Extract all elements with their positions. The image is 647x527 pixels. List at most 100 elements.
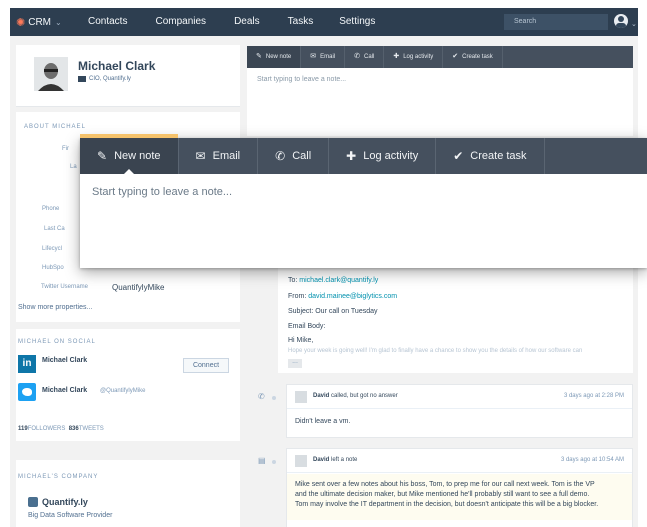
contact-photo xyxy=(34,57,68,91)
email-body-preview: Hope your week is going well! I'm glad t… xyxy=(288,348,583,354)
nav-companies[interactable]: Companies xyxy=(155,8,206,36)
show-more-properties-link[interactable]: Show more properties... xyxy=(18,304,92,311)
timeline-call-time: 3 days ago at 2:28 PM xyxy=(563,393,624,399)
timeline-note-icon: ▤ xyxy=(258,456,266,465)
actor-name[interactable]: David xyxy=(313,393,329,399)
timeline-call-body: Didn't leave a vm. xyxy=(295,418,351,425)
timeline-note-time: 3 days ago at 10:54 AM xyxy=(560,457,624,463)
timeline-note-line-2: and the ultimate decision maker, but Mik… xyxy=(295,491,590,498)
timeline-dot xyxy=(272,396,276,400)
active-tab-pointer xyxy=(123,169,134,174)
nav-contacts[interactable]: Contacts xyxy=(88,8,127,36)
brand-menu[interactable]: ✺ CRM ⌄ xyxy=(16,16,88,29)
search-input[interactable]: Search xyxy=(504,14,608,30)
top-nav: ✺ CRM ⌄ Contacts Companies Deals Tasks S… xyxy=(10,8,638,36)
tab-new-note-label: New note xyxy=(265,54,292,60)
connect-button[interactable]: Connect xyxy=(183,358,229,373)
tab-log-activity-label: Log activity xyxy=(403,54,434,60)
plus-icon: ✚ xyxy=(346,149,357,163)
email-from-label: From: xyxy=(288,293,307,300)
user-avatar[interactable] xyxy=(614,14,628,28)
company-logo-icon xyxy=(28,497,38,507)
activity-editor-toolbar-zoomed: ✎ New note ✉ Email ✆ Call ✚ Log activity… xyxy=(80,134,647,174)
briefcase-icon xyxy=(78,76,86,82)
timeline-note-card: David left a note 3 days ago at 10:54 AM… xyxy=(286,448,633,527)
tweets-count: 836 xyxy=(68,426,79,432)
email-to-address[interactable]: michael.clark@quantify.ly xyxy=(299,277,378,284)
timeline-note-line-3: Tom may involve the IT department in the… xyxy=(295,501,599,508)
email-activity-card: To: michael.clark@quantify.ly From: davi… xyxy=(278,263,633,373)
david-avatar xyxy=(295,391,307,403)
check-circle-icon: ✔ xyxy=(452,53,459,60)
company-name[interactable]: Quantify.ly xyxy=(42,497,88,507)
timeline-phone-icon: ✆ xyxy=(258,392,265,401)
email-greeting: Hi Mike, xyxy=(288,337,314,344)
actor-action: left a note xyxy=(331,457,358,463)
envelope-icon: ✉ xyxy=(310,53,317,60)
contact-title-text: CIO, Quantify.ly xyxy=(89,76,131,82)
contact-profile-card: Michael Clark CIO, Quantify.ly xyxy=(16,45,240,107)
timeline-call-actor: David called, but got no answer xyxy=(313,393,398,399)
followers-label: FOLLOWERS xyxy=(27,426,66,432)
property-value-twitter[interactable]: QuantifylyMike xyxy=(112,283,164,292)
tab-call[interactable]: ✆ Call xyxy=(258,138,330,174)
tab-create-task-label: Create task xyxy=(470,150,527,162)
company-description: Big Data Software Provider xyxy=(28,512,113,519)
linkedin-icon: in xyxy=(18,355,36,373)
brand-label: CRM xyxy=(28,16,51,28)
email-to: To: michael.clark@quantify.ly xyxy=(288,277,378,284)
twitter-icon xyxy=(18,383,36,401)
note-input[interactable]: Start typing to leave a note... xyxy=(92,186,232,198)
tab-new-note[interactable]: ✎ New note xyxy=(80,134,179,174)
property-label-twitter: Twitter Username xyxy=(40,284,88,290)
email-from: From: david.mainee@biglytics.com xyxy=(288,293,397,300)
tweets-label: TWEETS xyxy=(78,426,104,432)
about-section-title: ABOUT MICHAEL xyxy=(24,124,86,130)
twitter-profile-name[interactable]: Michael Clark xyxy=(42,387,87,394)
timeline-note-line-1: Mike sent over a few notes about his bos… xyxy=(295,481,595,488)
plus-icon: ✚ xyxy=(393,53,400,60)
tab-new-note[interactable]: ✎ New note xyxy=(247,46,302,68)
activity-editor: ✎ New note ✉ Email ✆ Call ✚ Log activity… xyxy=(247,46,633,136)
tab-email[interactable]: ✉ Email xyxy=(179,138,259,174)
tab-email[interactable]: ✉ Email xyxy=(301,46,346,68)
timeline-call-header: David called, but got no answer 3 days a… xyxy=(287,385,632,409)
tab-new-note-label: New note xyxy=(114,150,161,162)
contact-name: Michael Clark xyxy=(78,59,156,73)
timeline-call-card: David called, but got no answer 3 days a… xyxy=(286,384,633,438)
sprocket-logo-icon: ✺ xyxy=(16,16,26,29)
tab-log-activity[interactable]: ✚ Log activity xyxy=(329,138,437,174)
pencil-icon: ✎ xyxy=(97,149,108,163)
linkedin-profile-name[interactable]: Michael Clark xyxy=(42,357,87,364)
actor-name[interactable]: David xyxy=(313,457,329,463)
nav-deals[interactable]: Deals xyxy=(234,8,260,36)
tab-create-task[interactable]: ✔ Create task xyxy=(436,138,545,174)
nav-tasks[interactable]: Tasks xyxy=(288,8,314,36)
account-caret-icon[interactable]: ⌄ xyxy=(631,20,637,28)
tab-email-label: Email xyxy=(320,54,336,60)
twitter-handle[interactable]: @QuantifylyMike xyxy=(100,388,145,394)
twitter-stats: 119FOLLOWERS 836TWEETS xyxy=(18,426,104,432)
note-input[interactable]: Start typing to leave a note... xyxy=(257,76,346,83)
tab-log-activity[interactable]: ✚ Log activity xyxy=(384,46,444,68)
tab-call-label: Call xyxy=(364,54,375,60)
email-from-address[interactable]: david.mainee@biglytics.com xyxy=(308,293,397,300)
tab-log-activity-label: Log activity xyxy=(363,150,419,162)
nav-settings[interactable]: Settings xyxy=(339,8,375,36)
check-circle-icon: ✔ xyxy=(453,149,464,163)
tab-call[interactable]: ✆ Call xyxy=(345,46,385,68)
timeline-note-actor: David left a note xyxy=(313,457,357,463)
expand-email-button[interactable]: ... xyxy=(288,358,302,368)
activity-editor-zoomed: ✎ New note ✉ Email ✆ Call ✚ Log activity… xyxy=(80,134,647,268)
email-body-label: Email Body: xyxy=(288,323,326,330)
phone-icon: ✆ xyxy=(354,53,360,60)
phone-icon: ✆ xyxy=(275,149,286,163)
david-avatar xyxy=(295,455,307,467)
email-to-label: To: xyxy=(288,277,298,284)
social-section-title: MICHAEL ON SOCIAL xyxy=(18,339,96,345)
chevron-down-icon: ⌄ xyxy=(55,17,62,27)
tab-create-task[interactable]: ✔ Create task xyxy=(443,46,503,68)
property-label-first-name: Fir xyxy=(62,146,69,152)
social-card: MICHAEL ON SOCIAL in Michael Clark Conne… xyxy=(16,329,240,441)
timeline-dot xyxy=(272,460,276,464)
